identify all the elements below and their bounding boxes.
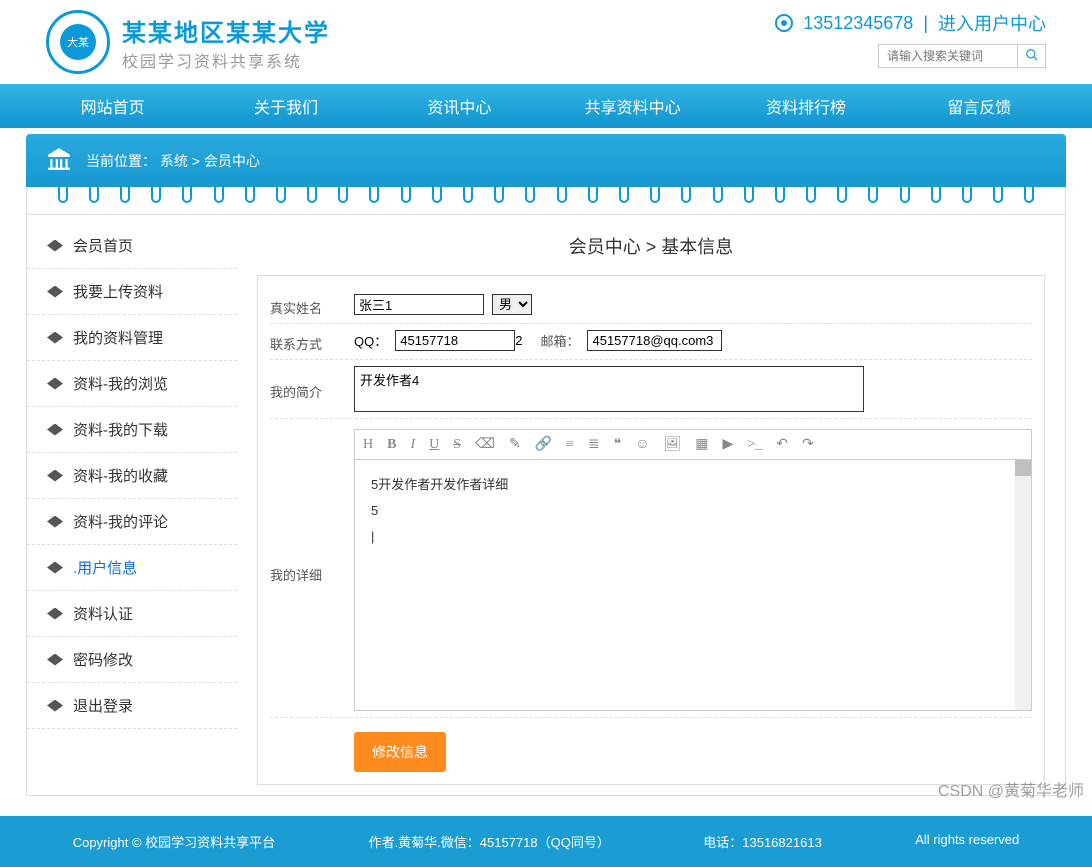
quote-icon[interactable]: ❝ (614, 436, 622, 453)
footer-rights: All rights reserved (915, 832, 1019, 851)
label-email: 邮箱： (540, 331, 579, 350)
undo-icon[interactable]: ↶ (776, 436, 788, 453)
emoji-icon[interactable]: ☺ (635, 437, 649, 453)
nav-about[interactable]: 关于我们 (199, 84, 372, 128)
graduation-icon (47, 516, 63, 528)
image-icon[interactable]: 🖼 (664, 436, 682, 453)
qq-input[interactable] (395, 330, 515, 351)
user-center-link[interactable]: 进入用户中心 (938, 10, 1046, 36)
graduation-icon (47, 424, 63, 436)
strike-icon[interactable]: S (453, 437, 461, 453)
sidebar-item-verify[interactable]: 资料认证 (27, 591, 237, 637)
label-intro: 我的简介 (270, 366, 340, 401)
phone-icon (775, 14, 793, 32)
nav-ranking[interactable]: 资料排行榜 (719, 84, 892, 128)
code-icon[interactable]: >_ (747, 437, 762, 453)
bold-icon[interactable]: B (387, 437, 396, 453)
label-qq: QQ： (354, 331, 387, 350)
table-icon[interactable]: ▦ (695, 436, 708, 453)
nav-news[interactable]: 资讯中心 (373, 84, 546, 128)
rich-editor: H B I U S ⌫ ✎ 🔗 ≡ ≣ ❝ ☺ (354, 429, 1032, 711)
underline-icon[interactable]: U (429, 437, 439, 453)
intro-textarea[interactable] (354, 366, 864, 412)
sidebar-item-home[interactable]: 会员首页 (27, 223, 237, 269)
erase-icon[interactable]: ⌫ (475, 436, 495, 453)
name-input[interactable] (354, 294, 484, 315)
redo-icon[interactable]: ↷ (802, 436, 814, 453)
university-logo: 大某 (46, 10, 110, 74)
graduation-icon (47, 562, 63, 574)
submit-button[interactable]: 修改信息 (354, 732, 446, 772)
align-icon[interactable]: ≣ (588, 436, 600, 453)
site-title: 某某地区某某大学 (122, 13, 330, 48)
list-icon[interactable]: ≡ (566, 437, 574, 453)
nav-feedback[interactable]: 留言反馈 (893, 84, 1066, 128)
site-subtitle: 校园学习资料共享系统 (122, 48, 330, 72)
gender-select[interactable]: 男 (492, 294, 532, 315)
editor-content[interactable]: 5开发作者开发作者详细 5 | (355, 460, 1031, 562)
color-icon[interactable]: ✎ (509, 436, 521, 453)
breadcrumb: 当前位置： 系统 > 会员中心 (86, 151, 260, 171)
graduation-icon (47, 378, 63, 390)
graduation-icon (47, 470, 63, 482)
sidebar-item-download[interactable]: 资料-我的下载 (27, 407, 237, 453)
footer-copyright: Copyright © 校园学习资料共享平台 (73, 832, 275, 851)
video-icon[interactable]: ▶ (723, 436, 734, 453)
sidebar-item-manage[interactable]: 我的资料管理 (27, 315, 237, 361)
email-input[interactable] (587, 330, 722, 351)
footer-author: 作者.黄菊华.微信：45157718（QQ同号） (369, 832, 610, 851)
italic-icon[interactable]: I (410, 437, 415, 453)
graduation-icon (47, 240, 63, 252)
scrollbar[interactable] (1015, 460, 1031, 710)
sidebar-item-logout[interactable]: 退出登录 (27, 683, 237, 729)
graduation-icon (47, 332, 63, 344)
link-icon[interactable]: 🔗 (535, 436, 552, 453)
graduation-icon (47, 608, 63, 620)
nav-share[interactable]: 共享资料中心 (546, 84, 719, 128)
footer-tel: 电话：13516821613 (703, 832, 822, 851)
spiral-decoration (26, 187, 1066, 215)
sidebar: 会员首页 我要上传资料 我的资料管理 资料-我的浏览 资料-我的下载 资料-我的… (27, 215, 237, 795)
heading-icon[interactable]: H (363, 437, 373, 453)
label-contact: 联系方式 (270, 330, 340, 353)
graduation-icon (47, 700, 63, 712)
search-button[interactable] (1018, 44, 1046, 68)
graduation-icon (47, 654, 63, 666)
label-detail: 我的详细 (270, 425, 340, 711)
sidebar-item-favorite[interactable]: 资料-我的收藏 (27, 453, 237, 499)
sidebar-item-userinfo[interactable]: .用户信息 (27, 545, 237, 591)
graduation-icon (47, 286, 63, 298)
building-icon (46, 146, 72, 175)
sidebar-item-browse[interactable]: 资料-我的浏览 (27, 361, 237, 407)
label-name: 真实姓名 (270, 294, 340, 317)
sidebar-item-upload[interactable]: 我要上传资料 (27, 269, 237, 315)
sidebar-item-password[interactable]: 密码修改 (27, 637, 237, 683)
search-input[interactable] (878, 44, 1018, 68)
sidebar-item-comment[interactable]: 资料-我的评论 (27, 499, 237, 545)
nav-home[interactable]: 网站首页 (26, 84, 199, 128)
phone-number: 13512345678 (803, 13, 913, 34)
page-title: 会员中心 > 基本信息 (257, 225, 1045, 275)
